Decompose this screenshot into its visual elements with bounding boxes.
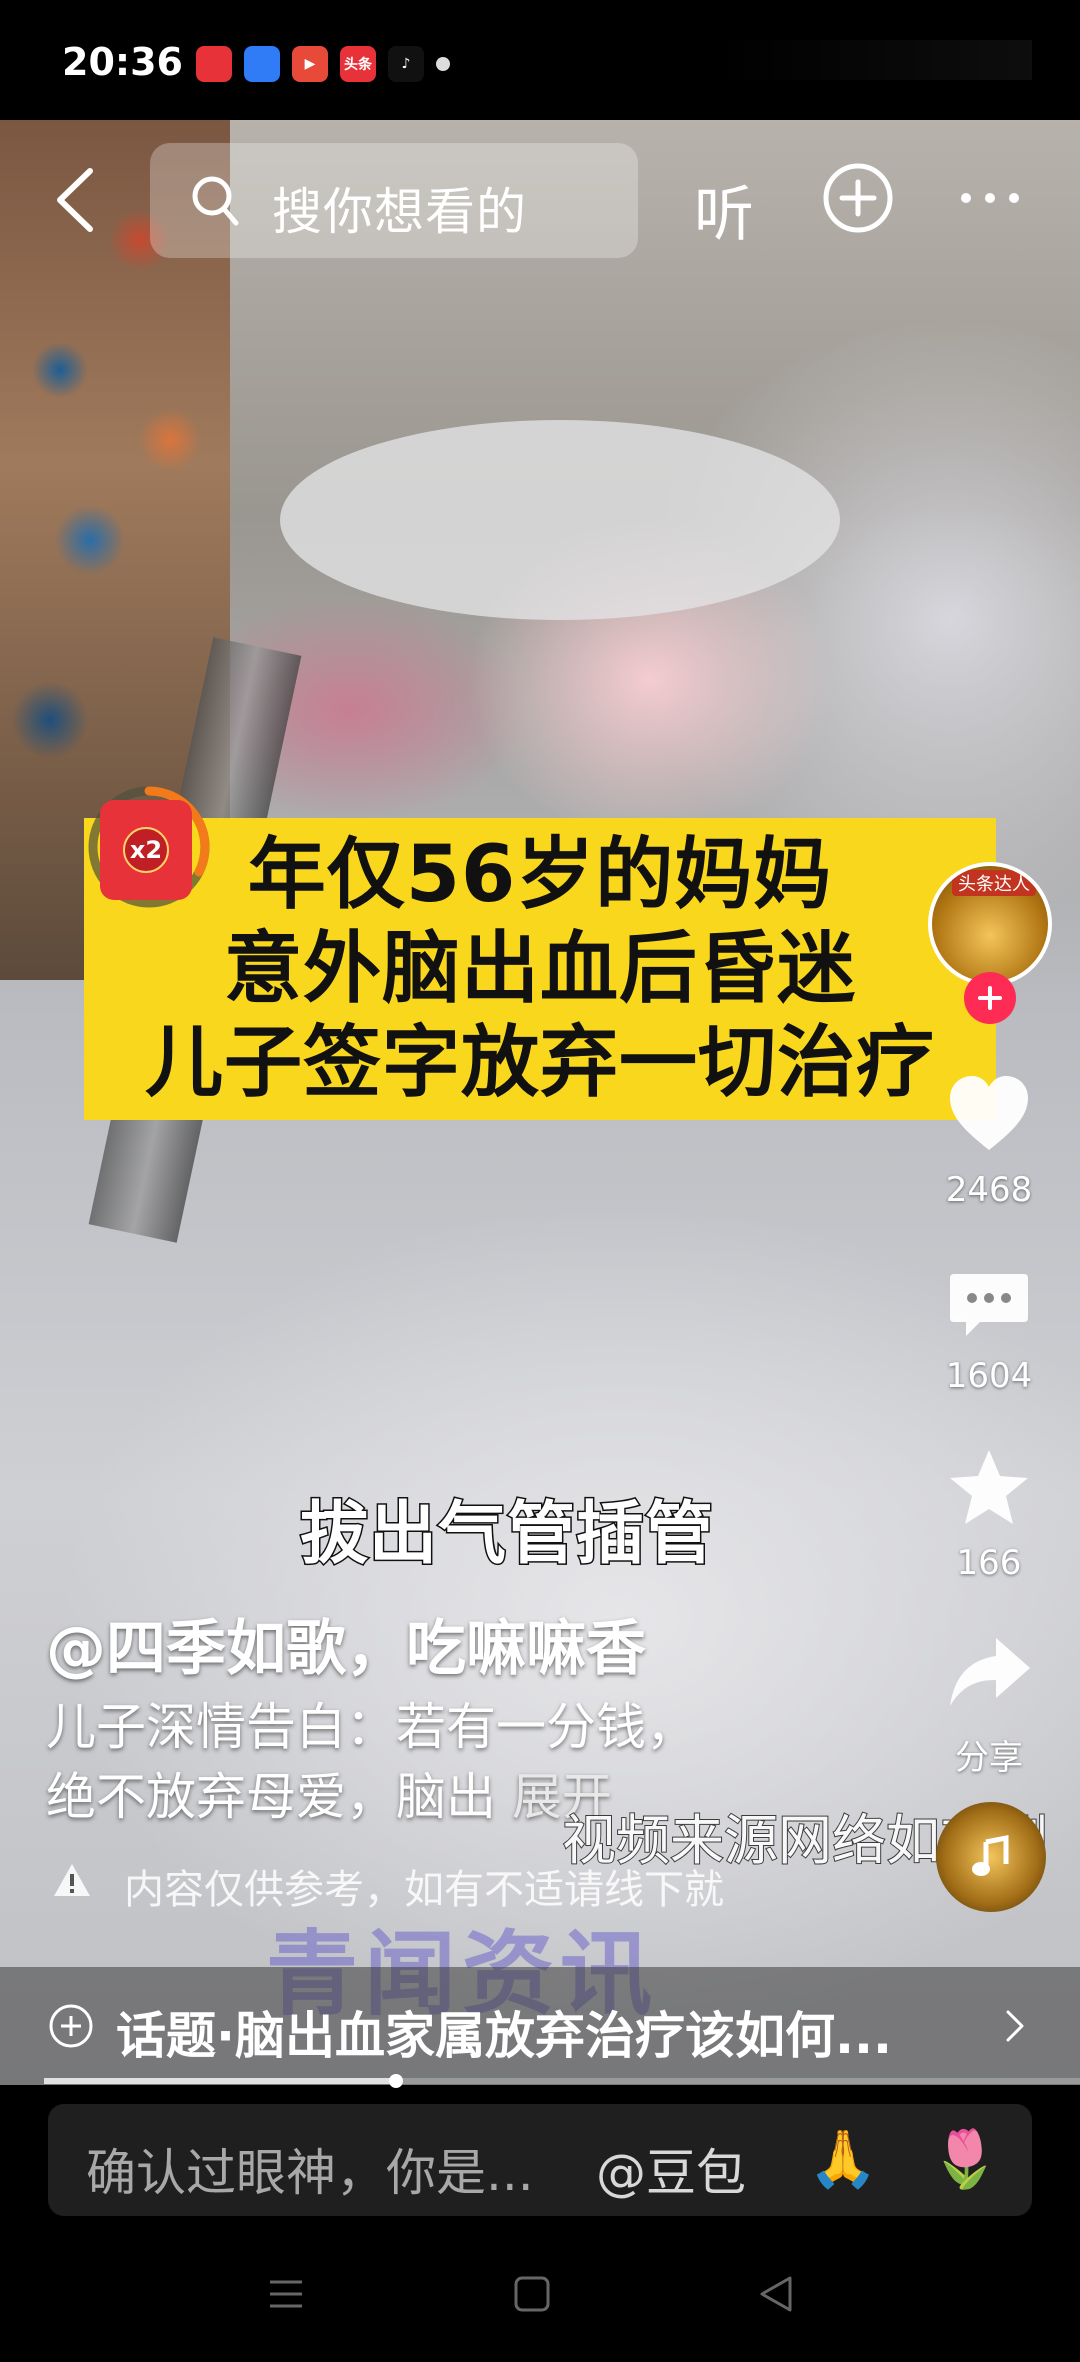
listen-button[interactable]: 听 [694, 166, 754, 253]
banner-line-1: 年仅56岁的妈妈 [247, 830, 833, 920]
menu-icon[interactable] [266, 2274, 306, 2314]
status-bar: 20:36 ▶ 头条 ♪ [0, 0, 1080, 120]
description-line-1: 儿子深情告白：若有一分钱， [46, 1698, 696, 1756]
video-subtitle: 拔出气管插管 [298, 1494, 715, 1576]
favorite-count: 166 [956, 1543, 1022, 1583]
avatar-badge: 头条达人 [952, 870, 1036, 896]
status-indicators [712, 40, 1032, 80]
status-time: 20:36 [62, 40, 183, 84]
music-note-icon [972, 1834, 1009, 1876]
mention-doubao[interactable]: @豆包 [596, 2133, 746, 2205]
comment-bubble-icon[interactable] [946, 1262, 1032, 1348]
share-arrow-icon[interactable] [946, 1632, 1032, 1718]
author-name[interactable]: @四季如歌，吃嘛嘛香 [46, 1600, 646, 1687]
banner-line-2: 意外脑出血后昏迷 [223, 924, 856, 1014]
topic-text[interactable]: 话题·脑出血家属放弃治疗该如何... [116, 1996, 892, 2068]
red-packet-multiplier: x2 [123, 827, 169, 873]
app-icon-1 [196, 46, 232, 82]
search-icon [192, 176, 239, 226]
banner-line-3: 儿子签字放弃一切治疗 [144, 1018, 935, 1108]
back-triangle-icon[interactable] [756, 2274, 796, 2314]
home-square-icon[interactable] [512, 2274, 552, 2314]
screen: 20:36 ▶ 头条 ♪ 搜你想看的 听 年仅56岁的妈妈 意外脑出血后昏迷 儿子签… [0, 0, 1080, 2362]
like-heart-icon[interactable] [946, 1072, 1032, 1158]
video-title-banner: 年仅56岁的妈妈 意外脑出血后昏迷 儿子签字放弃一切治疗 [84, 818, 996, 1120]
back-arrow-icon[interactable] [52, 165, 96, 235]
app-icon-tiktok: ♪ [388, 46, 424, 82]
flower-emoji-button[interactable]: 🌷 [930, 2126, 1000, 2192]
music-disc[interactable] [936, 1802, 1046, 1912]
video-progress-fill [44, 2078, 396, 2084]
notification-dot [436, 57, 450, 71]
pray-emoji-button[interactable]: 🙏 [808, 2126, 878, 2192]
follow-button[interactable] [964, 972, 1016, 1024]
add-circle-icon[interactable] [822, 162, 894, 234]
app-icon-2 [244, 46, 280, 82]
search-placeholder: 搜你想看的 [272, 183, 527, 241]
app-icon-toutiao: 头条 [340, 46, 376, 82]
plus-icon [978, 986, 1002, 1010]
topic-add-icon [49, 2004, 93, 2048]
author-avatar[interactable]: 头条达人 [928, 862, 1052, 986]
red-packet-icon[interactable]: x2 [100, 800, 192, 900]
status-app-icons: ▶ 头条 ♪ [196, 46, 450, 82]
like-count: 2468 [945, 1170, 1033, 1210]
warning-icon [54, 1864, 90, 1896]
favorite-star-icon[interactable] [946, 1446, 1032, 1532]
video-pillow [280, 420, 840, 620]
comment-count: 1604 [945, 1356, 1033, 1396]
app-icon-3: ▶ [292, 46, 328, 82]
description-line-2-text: 绝不放弃母爱，脑出 [46, 1768, 496, 1826]
video-progress-handle[interactable] [389, 2074, 403, 2088]
share-label: 分享 [955, 1738, 1023, 1778]
comment-placeholder: 确认过眼神，你是... [86, 2144, 534, 2202]
more-icon[interactable] [958, 190, 1022, 206]
chevron-right-icon[interactable] [1004, 2008, 1026, 2044]
